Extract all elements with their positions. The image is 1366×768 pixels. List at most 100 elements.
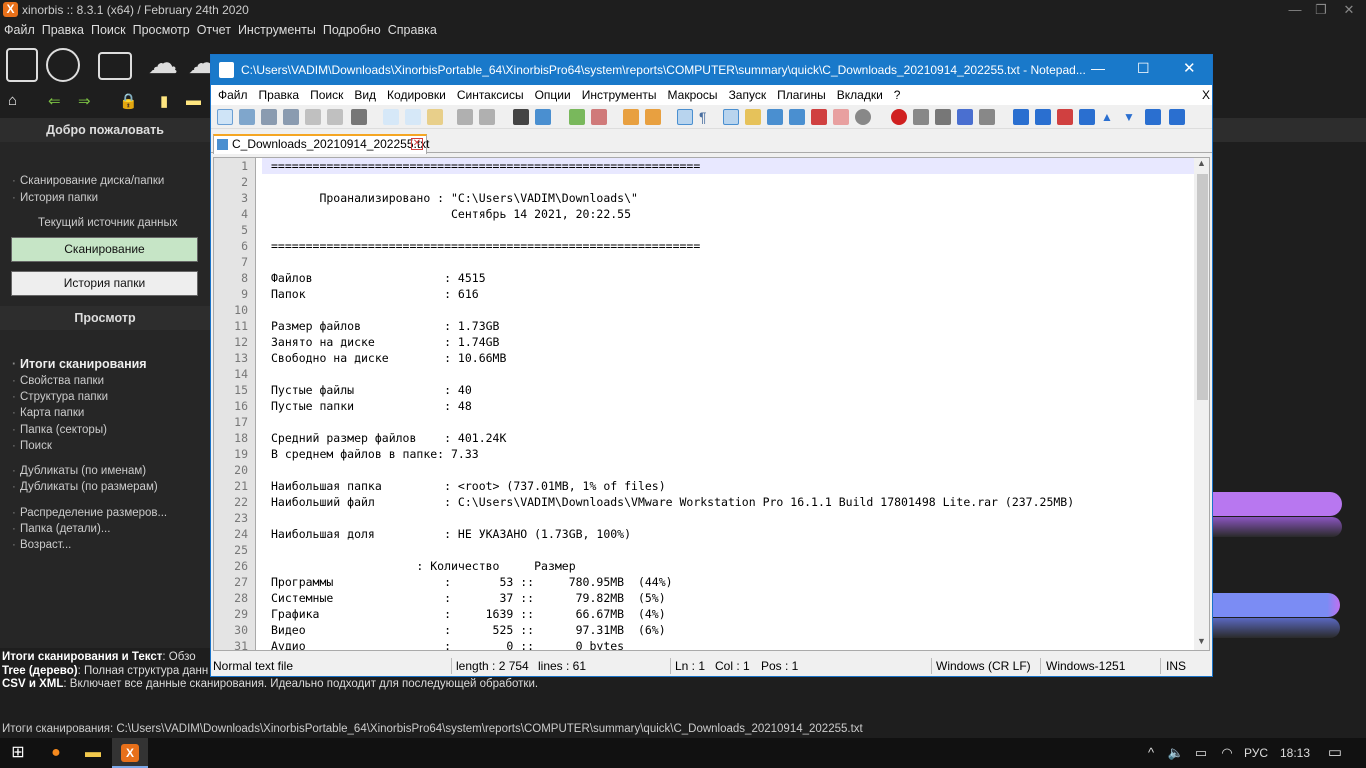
code-line[interactable]: Папок : 616 xyxy=(262,286,1194,302)
code-line[interactable] xyxy=(262,510,1194,526)
np-menu-search[interactable]: Поиск xyxy=(306,85,347,105)
stop-macro-icon[interactable] xyxy=(913,109,929,125)
lock-icon[interactable]: 🔒 xyxy=(119,92,138,110)
run-macro-multiple-icon[interactable] xyxy=(957,109,973,125)
find-icon[interactable] xyxy=(513,109,529,125)
battery-icon[interactable]: ▭ xyxy=(1190,738,1212,768)
grid-icon[interactable] xyxy=(1169,109,1185,125)
notepad-close-icon[interactable]: ✕ xyxy=(1183,59,1196,77)
code-line[interactable]: Пустые папки : 48 xyxy=(262,398,1194,414)
code-line[interactable]: Графика : 1639 :: 66.67MB (4%) xyxy=(262,606,1194,622)
folder-icon[interactable]: ▬ xyxy=(186,92,201,109)
settings-icon[interactable] xyxy=(46,48,80,82)
scan-disk-link[interactable]: Сканирование диска/папки xyxy=(12,175,164,187)
status-encoding[interactable]: Windows-1251 xyxy=(1046,656,1125,676)
tab-close-icon[interactable]: ✕ xyxy=(411,138,423,150)
editor-content[interactable]: ========================================… xyxy=(262,158,1194,650)
home-icon[interactable]: ⌂ xyxy=(8,92,17,109)
nav-folder-properties[interactable]: Свойства папки xyxy=(12,375,104,387)
scan-button[interactable]: Сканирование xyxy=(11,237,198,262)
windows-start-icon[interactable]: ⊞ xyxy=(0,738,36,768)
language-indicator[interactable]: РУС xyxy=(1240,738,1272,768)
sort-icon[interactable] xyxy=(1079,109,1095,125)
open-file-icon[interactable] xyxy=(239,109,255,125)
code-line[interactable]: Проанализировано : "C:\Users\VADIM\Downl… xyxy=(262,190,1194,206)
code-line[interactable]: Видео : 525 :: 97.31MB (6%) xyxy=(262,622,1194,638)
sync-vertical-icon[interactable] xyxy=(623,109,639,125)
np-menu-macro[interactable]: Макросы xyxy=(664,85,722,105)
filter-icon[interactable] xyxy=(1145,109,1161,125)
code-line[interactable]: ========================================… xyxy=(262,238,1194,254)
close-all-icon[interactable] xyxy=(327,109,343,125)
nav-folder-sectors[interactable]: Папка (секторы) xyxy=(12,424,107,436)
save-all-icon[interactable] xyxy=(283,109,299,125)
np-menu-window[interactable]: Вкладки xyxy=(833,85,887,105)
arrow-down-icon[interactable]: ▼ xyxy=(1123,109,1139,125)
notepad-minimize-icon[interactable]: — xyxy=(1091,60,1105,76)
play-macro-icon[interactable] xyxy=(935,109,951,125)
open-folder-icon[interactable] xyxy=(98,52,132,80)
maximize-icon[interactable]: ❐ xyxy=(1306,0,1336,20)
volume-icon[interactable]: 🔈 xyxy=(1165,738,1187,768)
sync-horizontal-icon[interactable] xyxy=(645,109,661,125)
code-line[interactable] xyxy=(262,302,1194,318)
nav-duplicates-sizes[interactable]: Дубликаты (по размерам) xyxy=(12,481,158,493)
code-line[interactable]: Системные : 37 :: 79.82MB (5%) xyxy=(262,590,1194,606)
cut-icon[interactable] xyxy=(383,109,399,125)
clock[interactable]: 18:13 xyxy=(1275,738,1315,768)
cloud-upload-icon[interactable]: ☁ xyxy=(148,46,178,81)
menu-help[interactable]: Справка xyxy=(385,21,440,39)
undo-icon[interactable] xyxy=(457,109,473,125)
menu-details[interactable]: Подробно xyxy=(320,21,384,39)
database-icon[interactable]: ▮ xyxy=(160,92,168,110)
folder-history-link[interactable]: История папки xyxy=(12,192,98,204)
menu-edit[interactable]: Правка xyxy=(39,21,87,39)
forward-icon[interactable]: ⇒ xyxy=(78,92,91,110)
scroll-down-icon[interactable]: ▼ xyxy=(1197,636,1206,646)
np-menu-tools[interactable]: Инструменты xyxy=(578,85,661,105)
code-line[interactable]: ========================================… xyxy=(262,158,1194,174)
back-icon[interactable]: ⇐ xyxy=(48,92,61,110)
close-icon[interactable]: ✕ xyxy=(1334,0,1364,20)
code-line[interactable] xyxy=(262,174,1194,190)
code-line[interactable]: Пустые файлы : 40 xyxy=(262,382,1194,398)
zoom-in-icon[interactable] xyxy=(569,109,585,125)
code-line[interactable] xyxy=(262,222,1194,238)
notepad-maximize-icon[interactable]: ☐ xyxy=(1137,60,1150,77)
vertical-scrollbar[interactable]: ▲ ▼ xyxy=(1194,158,1209,650)
nav-search[interactable]: Поиск xyxy=(12,440,52,452)
code-line[interactable] xyxy=(262,462,1194,478)
np-menu-run[interactable]: Запуск xyxy=(725,85,771,105)
code-line[interactable]: Занято на диске : 1.74GB xyxy=(262,334,1194,350)
monitor-icon[interactable] xyxy=(855,109,871,125)
doc-map-icon[interactable] xyxy=(745,109,761,125)
np-menu-file[interactable]: Файл xyxy=(214,85,252,105)
code-line[interactable]: : Количество Размер xyxy=(262,558,1194,574)
firefox-icon[interactable]: ● xyxy=(38,738,74,768)
code-line[interactable]: Наибольшая папка : <root> (737.01MB, 1% … xyxy=(262,478,1194,494)
notifications-icon[interactable]: ▭ xyxy=(1322,738,1348,768)
np-menu-plugins[interactable]: Плагины xyxy=(773,85,830,105)
np-menu-settings[interactable]: Опции xyxy=(531,85,575,105)
folder-workspace-icon[interactable] xyxy=(789,109,805,125)
folder-view-icon[interactable] xyxy=(833,109,849,125)
code-line[interactable]: Свободно на диске : 10.66MB xyxy=(262,350,1194,366)
table-icon[interactable] xyxy=(1035,109,1051,125)
np-menu-language[interactable]: Синтаксисы xyxy=(453,85,528,105)
menu-tools[interactable]: Инструменты xyxy=(235,21,319,39)
menu-file[interactable]: Файл xyxy=(1,21,38,39)
zoom-out-icon[interactable] xyxy=(591,109,607,125)
list-icon[interactable] xyxy=(1057,109,1073,125)
show-all-chars-icon[interactable]: ¶ xyxy=(699,109,715,125)
record-macro-icon[interactable] xyxy=(891,109,907,125)
paste-icon[interactable] xyxy=(427,109,443,125)
code-line[interactable]: Наибольший файл : C:\Users\VADIM\Downloa… xyxy=(262,494,1194,510)
save-icon[interactable] xyxy=(6,48,38,82)
xinorbis-taskbar-icon[interactable]: X xyxy=(112,738,148,768)
nav-duplicates-names[interactable]: Дубликаты (по именам) xyxy=(12,465,146,477)
text-editor[interactable]: 1 2 3 4 5 6 7 8 9 10 11 12 13 14 15 16 17 18 19 20 21 22 23 24 2… xyxy=(213,157,1210,651)
code-line[interactable] xyxy=(262,366,1194,382)
scroll-up-icon[interactable]: ▲ xyxy=(1197,158,1206,168)
word-wrap-icon[interactable] xyxy=(677,109,693,125)
np-menu-close[interactable]: X xyxy=(1198,85,1214,105)
